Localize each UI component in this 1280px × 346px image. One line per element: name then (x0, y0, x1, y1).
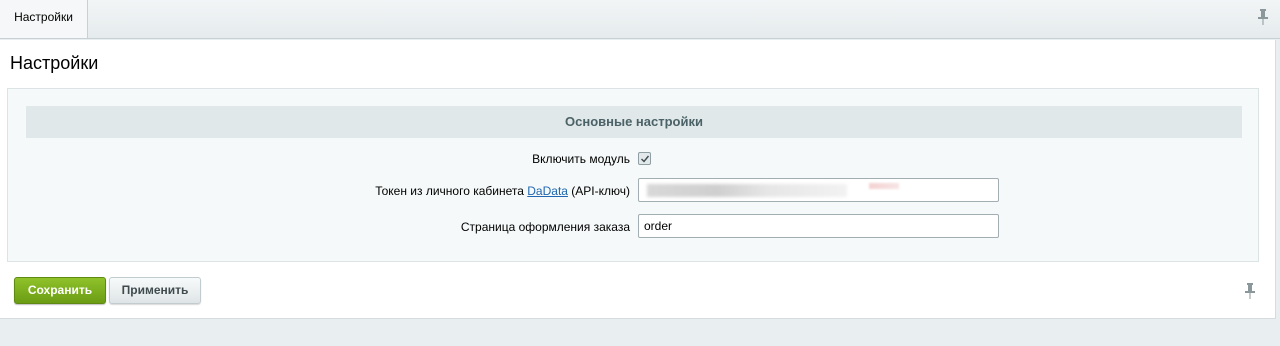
apply-button[interactable]: Применить (109, 277, 201, 304)
pin-icon[interactable] (1258, 9, 1268, 25)
token-label: Токен из личного кабинета DaData (API-кл… (375, 184, 630, 198)
order-page-input[interactable]: order (638, 214, 999, 238)
checkmark-icon (641, 155, 650, 163)
page-title: Настройки (10, 53, 99, 73)
dadata-link[interactable]: DaData (527, 184, 568, 198)
save-button[interactable]: Сохранить (14, 277, 106, 304)
enable-module-checkbox[interactable] (638, 152, 651, 165)
top-tab-bar: Настройки (0, 0, 1280, 39)
pin-icon[interactable] (1245, 283, 1255, 299)
enable-module-label: Включить модуль (532, 152, 630, 166)
order-page-label: Страница оформления заказа (460, 220, 630, 234)
section-header: Основные настройки (26, 106, 1242, 138)
redacted-token-tail (869, 183, 899, 189)
token-label-prefix: Токен из личного кабинета (375, 184, 528, 198)
redacted-token (647, 184, 847, 197)
tab-settings[interactable]: Настройки (0, 0, 88, 38)
settings-form: Основные настройки Включить модуль Токен… (7, 88, 1259, 262)
token-label-suffix: (API-ключ) (567, 184, 630, 198)
token-input[interactable] (638, 178, 999, 202)
